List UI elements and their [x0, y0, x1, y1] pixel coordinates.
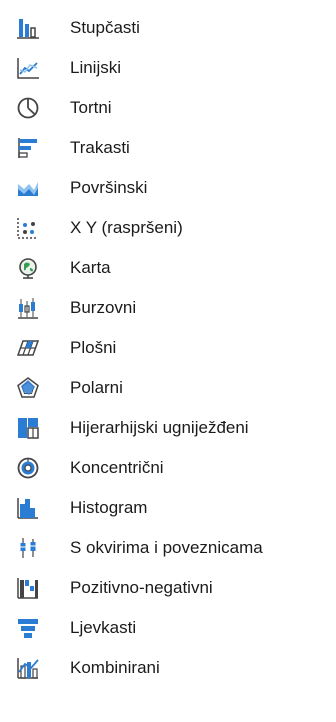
chart-type-label: S okvirima i poveznicama	[70, 538, 263, 557]
chart-type-label: Histogram	[70, 498, 148, 517]
chart-type-label: Pozitivno-negativni	[70, 578, 213, 597]
chart-type-item-pie[interactable]: Tortni	[0, 88, 336, 128]
funnel-chart-icon	[14, 614, 42, 642]
combo-chart-icon	[14, 654, 42, 682]
chart-type-label: Polarni	[70, 378, 123, 397]
waterfall-chart-icon	[14, 574, 42, 602]
chart-type-item-radar[interactable]: Polarni	[0, 368, 336, 408]
chart-type-label: Burzovni	[70, 298, 137, 317]
bar-chart-icon	[14, 134, 42, 162]
surface-chart-icon	[14, 334, 42, 362]
chart-type-label: Koncentrični	[70, 458, 164, 477]
chart-type-list: Stupčasti Linijski Tortni Trakasti Površ…	[0, 0, 336, 722]
chart-type-item-funnel[interactable]: Ljevkasti	[0, 608, 336, 648]
chart-type-label: Tortni	[70, 98, 112, 117]
chart-type-item-scatter[interactable]: X Y (raspršeni)	[0, 208, 336, 248]
histogram-chart-icon	[14, 494, 42, 522]
chart-type-item-waterfall[interactable]: Pozitivno-negativni	[0, 568, 336, 608]
chart-type-item-surface[interactable]: Plošni	[0, 328, 336, 368]
chart-type-item-combo[interactable]: Kombinirani	[0, 648, 336, 688]
area-chart-icon	[14, 174, 42, 202]
chart-type-item-line[interactable]: Linijski	[0, 48, 336, 88]
chart-type-item-box-whisker[interactable]: S okvirima i poveznicama	[0, 528, 336, 568]
sunburst-chart-icon	[14, 454, 42, 482]
chart-type-label: Karta	[70, 258, 111, 277]
chart-type-label: Linijski	[70, 58, 122, 77]
chart-type-label: Hijerarhijski ugniježđeni	[70, 418, 249, 437]
scatter-chart-icon	[14, 214, 42, 242]
line-chart-icon	[14, 54, 42, 82]
map-chart-icon	[14, 254, 42, 282]
chart-type-item-bar[interactable]: Trakasti	[0, 128, 336, 168]
chart-type-label: Plošni	[70, 338, 117, 357]
stock-chart-icon	[14, 294, 42, 322]
chart-type-item-stock[interactable]: Burzovni	[0, 288, 336, 328]
chart-type-label: Ljevkasti	[70, 618, 137, 637]
box-whisker-chart-icon	[14, 534, 42, 562]
chart-type-item-map[interactable]: Karta	[0, 248, 336, 288]
chart-type-label: X Y (raspršeni)	[70, 218, 183, 237]
pie-chart-icon	[14, 94, 42, 122]
chart-type-item-treemap[interactable]: Hijerarhijski ugniježđeni	[0, 408, 336, 448]
treemap-chart-icon	[14, 414, 42, 442]
chart-type-label: Stupčasti	[70, 18, 140, 37]
column-chart-icon	[14, 14, 42, 42]
chart-type-item-histogram[interactable]: Histogram	[0, 488, 336, 528]
chart-type-item-sunburst[interactable]: Koncentrični	[0, 448, 336, 488]
chart-type-label: Trakasti	[70, 138, 130, 157]
chart-type-item-column[interactable]: Stupčasti	[0, 8, 336, 48]
chart-type-label: Kombinirani	[70, 658, 160, 677]
chart-type-item-area[interactable]: Površinski	[0, 168, 336, 208]
radar-chart-icon	[14, 374, 42, 402]
chart-type-label: Površinski	[70, 178, 148, 197]
